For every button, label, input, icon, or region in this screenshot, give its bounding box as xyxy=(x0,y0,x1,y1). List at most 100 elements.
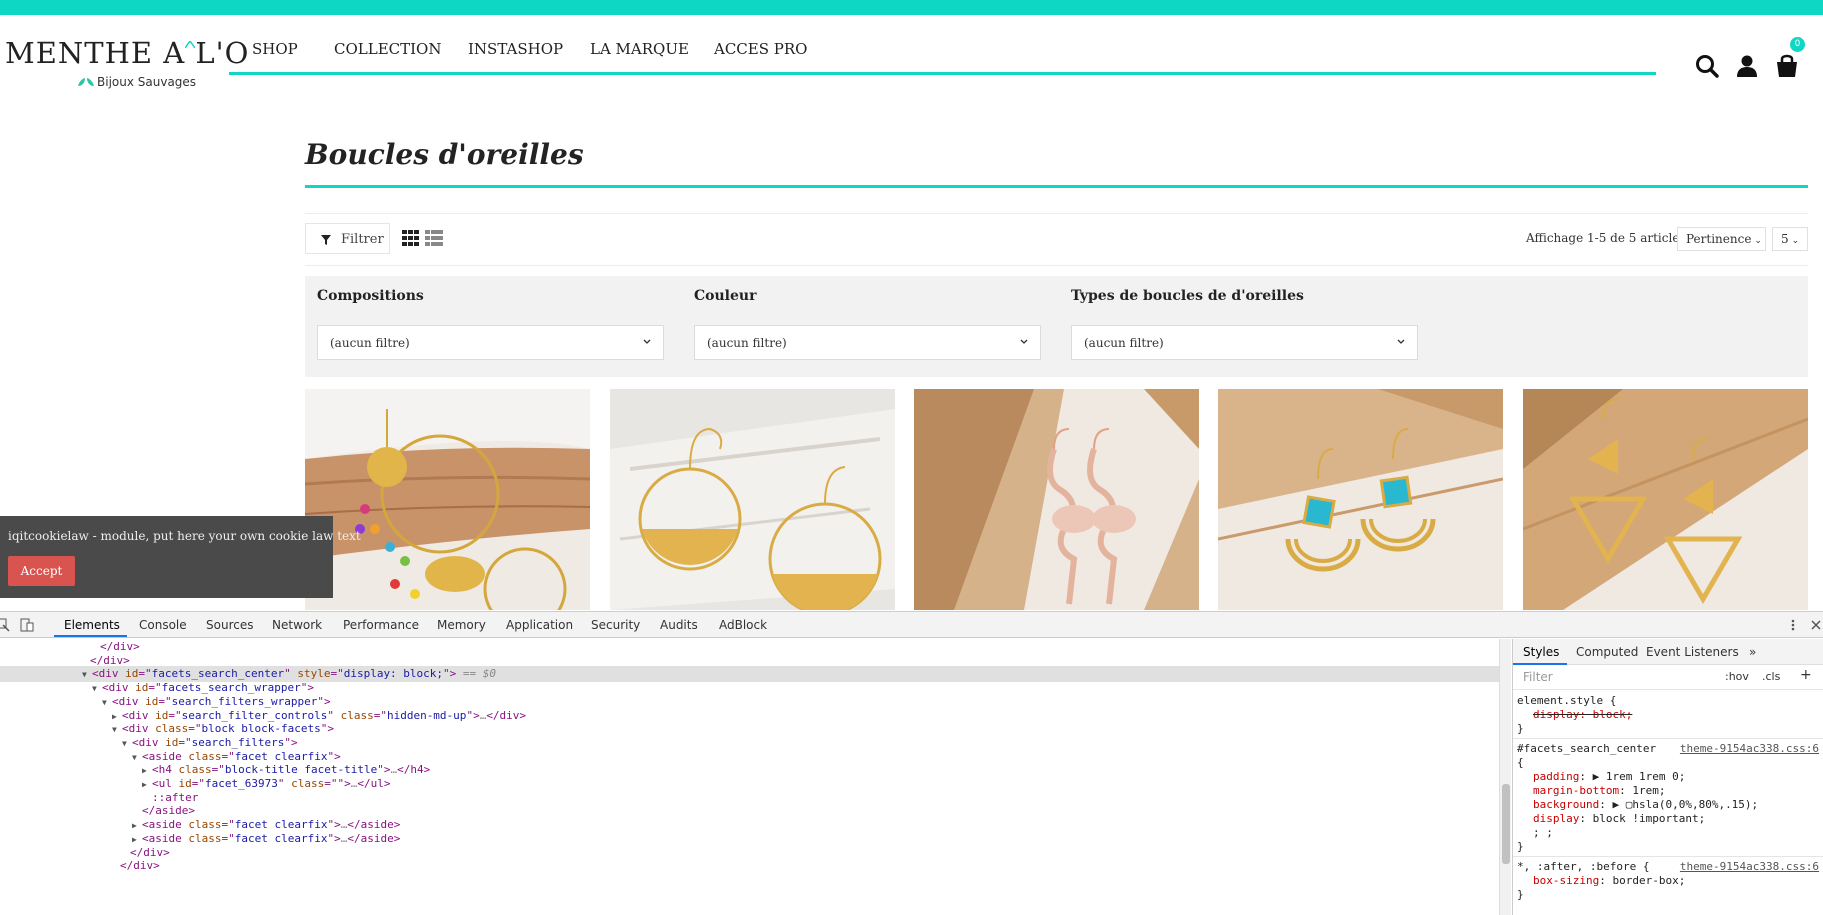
product-card[interactable] xyxy=(610,389,895,610)
facet-title-types: Types de boucles de d'oreilles xyxy=(1071,288,1304,304)
chevron-down-icon xyxy=(1397,339,1405,344)
active-tab-indicator xyxy=(54,635,127,637)
title-underline xyxy=(305,185,1808,188)
product-card[interactable] xyxy=(1218,389,1503,610)
element-style-prop[interactable]: display: block; xyxy=(1533,708,1632,722)
filter-label: Filtrer xyxy=(341,232,384,247)
scrollbar-thumb[interactable] xyxy=(1502,784,1510,864)
nav-collection[interactable]: COLLECTION xyxy=(334,40,441,58)
brand-name: MENTHE A L'O xyxy=(5,36,250,70)
rule-source-link[interactable]: theme-9154ac338.css:6 xyxy=(1680,860,1819,873)
inspect-element-icon[interactable] xyxy=(0,618,10,632)
tab-sources[interactable]: Sources xyxy=(206,618,253,632)
opening-brace: { xyxy=(1517,756,1524,769)
gold-hoop-half-moon-earrings-image xyxy=(610,389,895,610)
tab-network[interactable]: Network xyxy=(272,618,322,632)
universal-selector: *, :after, :before { xyxy=(1517,860,1650,873)
search-icon[interactable] xyxy=(1694,53,1720,79)
facet-select-value: (aucun filtre) xyxy=(1084,336,1164,350)
divider xyxy=(1513,856,1823,857)
empty-declaration[interactable]: ; ; xyxy=(1533,826,1553,840)
more-options-icon[interactable] xyxy=(1786,618,1800,632)
tab-security[interactable]: Security xyxy=(591,618,640,632)
cart-count-badge: 0 xyxy=(1790,37,1805,52)
close-icon[interactable] xyxy=(1809,618,1823,632)
facet-select-compositions[interactable]: (aucun filtre) xyxy=(317,325,664,360)
dom-node-line[interactable]: </div> xyxy=(0,858,1499,874)
brand-tagline: Bijoux Sauvages xyxy=(97,75,197,89)
tab-styles[interactable]: Styles xyxy=(1523,645,1559,659)
chevron-down-icon xyxy=(1020,339,1028,344)
product-card[interactable] xyxy=(1523,389,1808,610)
rule-selector: #facets_search_center xyxy=(1517,742,1657,755)
hover-state-button[interactable]: :hov xyxy=(1725,670,1749,683)
cookie-banner: iqitcookielaw - module, put here your ow… xyxy=(0,516,361,598)
rose-gold-flamingo-earrings-image xyxy=(914,389,1199,610)
element-style-selector: element.style { xyxy=(1517,694,1617,707)
tab-memory[interactable]: Memory xyxy=(437,618,486,632)
new-rule-icon[interactable]: + xyxy=(1800,667,1812,683)
funnel-icon xyxy=(321,235,331,245)
devtools-tab-bar: Elements Console Sources Network Perform… xyxy=(0,612,1823,638)
chevron-down-icon: ⌄ xyxy=(1791,236,1800,246)
dom-scrollbar[interactable] xyxy=(1499,639,1511,915)
nav-acces-pro[interactable]: ACCES PRO xyxy=(714,40,807,58)
nav-shop[interactable]: SHOP xyxy=(252,40,298,58)
closing-brace: } xyxy=(1517,722,1524,735)
top-accent-strip xyxy=(0,0,1823,15)
facet-select-couleur[interactable]: (aucun filtre) xyxy=(694,325,1041,360)
closing-brace: } xyxy=(1517,888,1524,901)
product-card[interactable] xyxy=(305,389,590,610)
grid-view-icon[interactable] xyxy=(402,230,419,246)
main-navigation: SHOP COLLECTION INSTASHOP LA MARQUE ACCE… xyxy=(229,15,1656,75)
list-view-icon[interactable] xyxy=(425,230,443,246)
css-declaration[interactable]: margin-bottom: 1rem; xyxy=(1533,784,1665,798)
facet-select-value: (aucun filtre) xyxy=(330,336,410,350)
css-declaration[interactable]: display: block !important; xyxy=(1533,812,1705,826)
sort-dropdown[interactable]: Pertinence ⌄ xyxy=(1677,227,1766,251)
tab-console[interactable]: Console xyxy=(139,618,187,632)
divider xyxy=(1513,738,1823,739)
facets-panel: Compositions (aucun filtre) Couleur (auc… xyxy=(305,276,1808,377)
devtools-panel: Elements Console Sources Network Perform… xyxy=(0,611,1823,915)
chevron-down-icon: ⌄ xyxy=(1754,236,1762,246)
styles-filter-input[interactable]: Filter xyxy=(1517,668,1717,686)
facet-title-compositions: Compositions xyxy=(317,288,424,304)
tab-adblock[interactable]: AdBlock xyxy=(719,618,767,632)
product-card[interactable] xyxy=(914,389,1199,610)
device-toolbar-icon[interactable] xyxy=(20,618,34,632)
rule-source-link[interactable]: theme-9154ac338.css:6 xyxy=(1680,742,1819,755)
active-tab-indicator xyxy=(1513,663,1567,665)
box-sizing-declaration[interactable]: box-sizing: border-box; xyxy=(1533,874,1685,888)
tab-performance[interactable]: Performance xyxy=(343,618,419,632)
css-declaration[interactable]: background: ▶ ▢hsla(0,0%,80%,.15); xyxy=(1533,798,1758,812)
facet-select-types[interactable]: (aucun filtre) xyxy=(1071,325,1418,360)
gold-hoop-colorful-leaves-earrings-image xyxy=(305,389,590,610)
user-icon[interactable] xyxy=(1734,53,1760,79)
tab-audits[interactable]: Audits xyxy=(660,618,698,632)
tab-computed[interactable]: Computed xyxy=(1576,645,1638,659)
nav-instashop[interactable]: INSTASHOP xyxy=(468,40,563,58)
divider xyxy=(305,265,1808,266)
filter-button[interactable]: Filtrer xyxy=(305,223,390,254)
nav-la-marque[interactable]: LA MARQUE xyxy=(590,40,689,58)
chevron-down-icon xyxy=(643,339,651,344)
site-header: MENTHE A L'O Bijoux Sauvages SHOP COLLEC… xyxy=(0,15,1823,90)
closing-brace: } xyxy=(1517,840,1524,853)
class-toggle-button[interactable]: .cls xyxy=(1762,670,1780,683)
brand-logo[interactable]: MENTHE A L'O Bijoux Sauvages xyxy=(5,25,248,90)
cart-icon[interactable] xyxy=(1774,53,1800,79)
divider xyxy=(305,213,1808,214)
tab-event-listeners[interactable]: Event Listeners xyxy=(1646,645,1739,659)
accept-cookies-button[interactable]: Accept xyxy=(8,556,75,586)
page: MENTHE A L'O Bijoux Sauvages SHOP COLLEC… xyxy=(0,0,1823,915)
page-title: Boucles d'oreilles xyxy=(305,138,584,171)
tab-application[interactable]: Application xyxy=(506,618,573,632)
styles-tab-bar: Styles Computed Event Listeners » xyxy=(1513,639,1823,665)
tab-elements[interactable]: Elements xyxy=(64,618,120,632)
logo-roof-icon xyxy=(185,41,195,48)
per-page-dropdown[interactable]: 5 ⌄ xyxy=(1772,227,1808,251)
more-tabs-icon[interactable]: » xyxy=(1749,645,1756,659)
css-declaration[interactable]: padding: ▶ 1rem 1rem 0; xyxy=(1533,770,1685,784)
elements-dom-tree: </div> </div> ▼ <div id="facets_search_cent… xyxy=(0,639,1499,915)
